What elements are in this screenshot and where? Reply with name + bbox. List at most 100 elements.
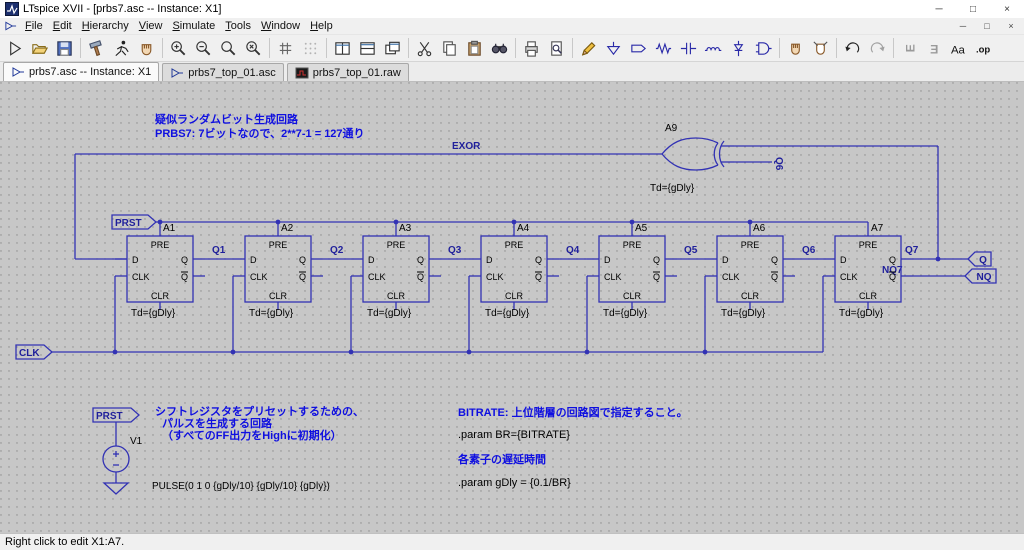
halt-button[interactable]	[134, 36, 159, 60]
component-value[interactable]: Td={gDly}	[603, 308, 648, 319]
spice-directive-param-br[interactable]: .param BR={BITRATE}	[458, 429, 570, 441]
move-button[interactable]	[783, 36, 808, 60]
component-name[interactable]: A6	[753, 223, 766, 234]
maximize-button[interactable]: □	[956, 0, 990, 18]
close-button[interactable]: ×	[990, 0, 1024, 18]
net-label-q1[interactable]: Q1	[212, 245, 226, 256]
run-simulation-button[interactable]	[109, 36, 134, 60]
control-panel-button[interactable]	[84, 36, 109, 60]
spice-directive-button[interactable]: .op	[972, 36, 997, 60]
ground-button[interactable]	[601, 36, 626, 60]
mdi-restore-button[interactable]: □	[976, 19, 998, 33]
tile-horizontal-button[interactable]	[355, 36, 380, 60]
menu-window[interactable]: Window	[256, 19, 305, 33]
run-button[interactable]	[2, 36, 27, 60]
component-name[interactable]: V1	[130, 436, 143, 447]
wire-junction	[112, 349, 118, 355]
diode-button[interactable]	[726, 36, 751, 60]
net-label-clk: CLK	[19, 348, 40, 359]
net-label-q3[interactable]: Q3	[448, 245, 462, 256]
paste-button[interactable]	[462, 36, 487, 60]
resistor-button[interactable]	[651, 36, 676, 60]
redo-button[interactable]	[865, 36, 890, 60]
menu-tools[interactable]: Tools	[220, 19, 256, 33]
zoom-extents-button[interactable]	[241, 36, 266, 60]
comment-title2[interactable]: PRBS7: 7ビットなので、2**7-1 = 127通り	[155, 126, 365, 140]
component-value[interactable]: Td={gDly}	[650, 183, 695, 194]
comment-preset1[interactable]: シフトレジスタをプリセットするための、	[155, 404, 364, 418]
save-button[interactable]	[52, 36, 77, 60]
component-value[interactable]: Td={gDly}	[367, 308, 412, 319]
menu-view[interactable]: View	[134, 19, 168, 33]
print-preview-button[interactable]	[544, 36, 569, 60]
comment-preset3[interactable]: （すべてのFF出力をHighに初期化）	[162, 428, 342, 442]
component-button[interactable]	[751, 36, 776, 60]
find-button[interactable]	[487, 36, 512, 60]
zoom-area-button[interactable]	[216, 36, 241, 60]
print-button[interactable]	[519, 36, 544, 60]
tab-prbs7-top-01-raw[interactable]: prbs7_top_01.raw	[286, 63, 409, 81]
menu-simulate[interactable]: Simulate	[167, 19, 220, 33]
comment-title1[interactable]: 疑似ランダムビット生成回路	[155, 112, 299, 126]
component-value[interactable]: Td={gDly}	[131, 308, 176, 319]
scissors-icon	[417, 41, 432, 56]
net-label-q7[interactable]: Q7	[905, 245, 919, 256]
tile-vertical-button[interactable]	[330, 36, 355, 60]
label-net-button[interactable]	[626, 36, 651, 60]
text-button[interactable]: Aa	[947, 36, 972, 60]
component-value[interactable]: Td={gDly}	[839, 308, 884, 319]
spice-directive-param-gdly[interactable]: .param gDly = {0.1/BR}	[458, 477, 571, 489]
zoom-back-button[interactable]	[191, 36, 216, 60]
wire-button[interactable]	[576, 36, 601, 60]
menu-edit[interactable]: Edit	[48, 19, 77, 33]
tab-prbs7-top-01-asc[interactable]: prbs7_top_01.asc	[162, 63, 284, 81]
toolbar-separator	[893, 38, 894, 58]
tab-prbs7-asc[interactable]: prbs7.asc -- Instance: X1	[3, 62, 160, 81]
comment-delay[interactable]: 各素子の遅延時間	[457, 452, 546, 466]
zoom-in-button[interactable]	[166, 36, 191, 60]
net-label-q4[interactable]: Q4	[566, 245, 580, 256]
drag-button[interactable]	[808, 36, 833, 60]
net-label-q6[interactable]: Q6	[802, 245, 816, 256]
pan-button[interactable]	[298, 36, 323, 60]
component-value[interactable]: Td={gDly}	[249, 308, 294, 319]
cascade-button[interactable]	[380, 36, 405, 60]
net-label-exor[interactable]: EXOR	[452, 141, 481, 152]
component-name[interactable]: A7	[871, 223, 884, 234]
capacitor-button[interactable]	[676, 36, 701, 60]
component-value[interactable]: PULSE(0 1 0 {gDly/10} {gDly/10} {gDly})	[152, 481, 330, 492]
comment-preset2[interactable]: パルスを生成する回路	[162, 416, 273, 430]
cut-button[interactable]	[412, 36, 437, 60]
component-name[interactable]: A1	[163, 223, 176, 234]
mdi-close-button[interactable]: ×	[1000, 19, 1022, 33]
undo-button[interactable]	[840, 36, 865, 60]
comment-bitrate[interactable]: BITRATE: 上位階層の回路図で指定すること。	[458, 405, 688, 419]
pin-label-d: D	[486, 255, 493, 265]
menu-hierarchy[interactable]: Hierarchy	[77, 19, 134, 33]
schematic-canvas[interactable]: PRST CLK Q NQ PRST Q1 Q2 Q3 Q4 Q5 Q6 Q7 …	[0, 82, 1024, 533]
minimize-button[interactable]: ─	[922, 0, 956, 18]
menu-help[interactable]: Help	[305, 19, 338, 33]
mirror-button[interactable]: E	[922, 36, 947, 60]
schematic-svg[interactable]: PRST CLK Q NQ PRST Q1 Q2 Q3 Q4 Q5 Q6 Q7 …	[0, 82, 1024, 533]
rotate-button[interactable]: E	[897, 36, 922, 60]
copy-button[interactable]	[437, 36, 462, 60]
inductor-button[interactable]	[701, 36, 726, 60]
net-label-q6-vertical[interactable]: Q6	[773, 157, 784, 171]
component-value[interactable]: Td={gDly}	[485, 308, 530, 319]
diode-icon	[733, 40, 744, 56]
component-name[interactable]: A2	[281, 223, 294, 234]
menu-file[interactable]: File	[20, 19, 48, 33]
pin-label-q: Q	[889, 255, 896, 265]
grid-button[interactable]	[273, 36, 298, 60]
open-button[interactable]	[27, 36, 52, 60]
printer-icon	[525, 40, 538, 57]
net-label-q5[interactable]: Q5	[684, 245, 698, 256]
component-value[interactable]: Td={gDly}	[721, 308, 766, 319]
component-name[interactable]: A4	[517, 223, 530, 234]
component-name[interactable]: A3	[399, 223, 412, 234]
component-name[interactable]: A5	[635, 223, 648, 234]
component-name[interactable]: A9	[665, 123, 678, 134]
mdi-minimize-button[interactable]: ─	[952, 19, 974, 33]
net-label-q2[interactable]: Q2	[330, 245, 344, 256]
